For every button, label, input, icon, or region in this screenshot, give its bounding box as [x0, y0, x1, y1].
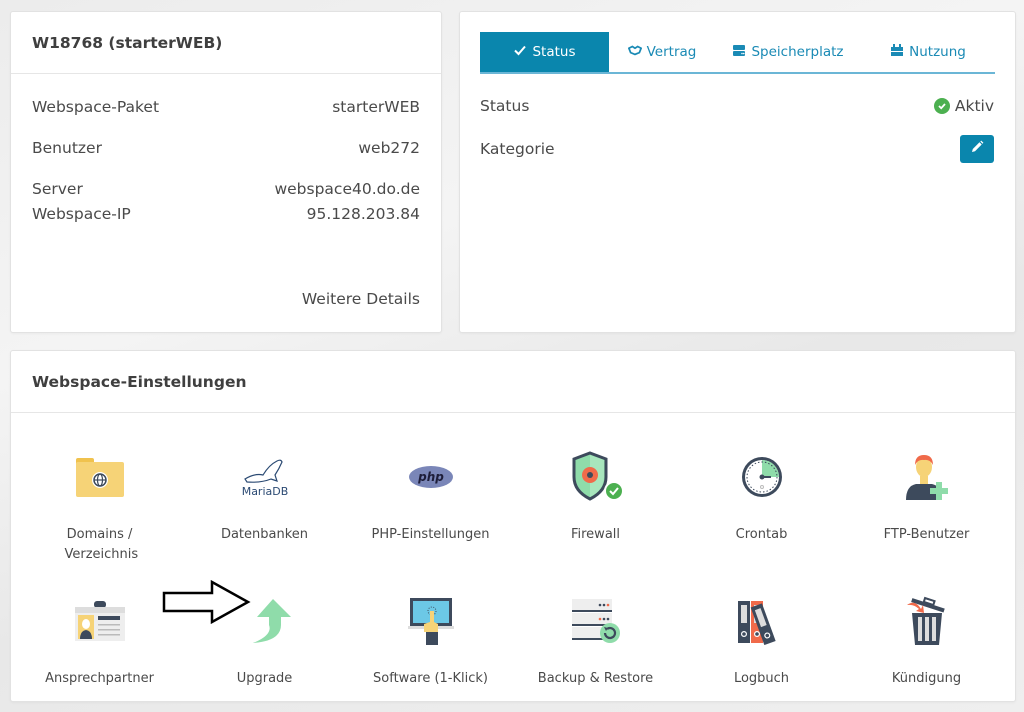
svg-text:MariaDB: MariaDB	[241, 485, 288, 498]
php-icon: php	[401, 447, 461, 507]
folder-globe-icon	[70, 447, 130, 507]
status-tabs: Status Vertrag Speicherplatz Nutzung	[480, 32, 995, 74]
tab-label: Vertrag	[646, 44, 697, 60]
status-row: Status Aktiv	[480, 97, 994, 115]
tile-software[interactable]: Software (1-Klick)	[348, 591, 513, 689]
webspace-info-card: W18768 (starterWEB) Webspace-Paket start…	[10, 11, 442, 333]
info-label: Webspace-IP	[32, 205, 131, 223]
tile-datenbanken[interactable]: MariaDB Datenbanken	[182, 447, 347, 545]
user-add-icon	[897, 447, 957, 507]
pencil-icon	[970, 140, 984, 158]
tile-domains[interactable]: Domains / Verzeichnis	[17, 447, 182, 565]
tile-label: Backup & Restore	[537, 671, 654, 686]
check-icon	[513, 43, 527, 61]
info-value: web272	[358, 139, 420, 157]
tile-ansprechpartner[interactable]: Ansprechpartner	[17, 591, 182, 689]
status-value: Aktiv	[954, 97, 994, 115]
tile-label: Firewall	[570, 527, 621, 542]
tile-label: Ansprechpartner	[45, 671, 154, 686]
tab-label: Nutzung	[909, 44, 966, 60]
tile-label: PHP-Einstellungen	[371, 527, 490, 542]
tab-status[interactable]: Status	[480, 32, 609, 72]
webspace-info-title: W18768 (starterWEB)	[11, 12, 441, 74]
info-row-server: Server webspace40.do.de	[32, 180, 420, 198]
touch-screen-icon	[401, 591, 461, 651]
webspace-settings-card: Webspace-Einstellungen Domains / Verzeic…	[10, 350, 1016, 702]
info-label: Benutzer	[32, 139, 102, 157]
binders-icon	[732, 591, 792, 651]
tile-label: Domains / Verzeichnis	[64, 527, 139, 562]
clock-icon	[732, 447, 792, 507]
trash-icon	[897, 591, 957, 651]
tile-label: Kündigung	[891, 671, 962, 686]
info-row-ip: Webspace-IP 95.128.203.84	[32, 205, 420, 223]
tile-kuendigung[interactable]: Kündigung	[844, 591, 1009, 689]
tile-upgrade[interactable]: Upgrade	[182, 591, 347, 689]
status-badge: Aktiv	[933, 97, 994, 115]
info-row-paket: Webspace-Paket starterWEB	[32, 98, 420, 116]
tile-label: FTP-Benutzer	[883, 527, 970, 542]
info-value: webspace40.do.de	[274, 180, 420, 198]
hdd-icon	[732, 43, 746, 61]
tile-ftp[interactable]: FTP-Benutzer	[844, 447, 1009, 545]
category-label: Kategorie	[480, 140, 555, 158]
edit-category-button[interactable]	[960, 135, 994, 163]
tile-label: Crontab	[735, 527, 788, 542]
tile-php[interactable]: php PHP-Einstellungen	[348, 447, 513, 545]
tab-label: Status	[532, 44, 576, 60]
tile-backup[interactable]: Backup & Restore	[513, 591, 678, 689]
tile-label: Logbuch	[733, 671, 790, 686]
upgrade-arrow-icon	[235, 591, 295, 651]
tile-logbuch[interactable]: Logbuch	[679, 591, 844, 689]
info-label: Server	[32, 180, 83, 198]
tile-crontab[interactable]: Crontab	[679, 447, 844, 545]
tile-label: Datenbanken	[220, 527, 309, 542]
status-card: Status Vertrag Speicherplatz Nutzung Sta…	[459, 11, 1016, 333]
tab-nutzung[interactable]: Nutzung	[861, 32, 995, 72]
info-value: 95.128.203.84	[306, 205, 420, 223]
category-row: Kategorie	[480, 135, 994, 163]
tab-label: Speicherplatz	[751, 44, 844, 60]
stack-icon	[890, 43, 904, 61]
svg-text:php: php	[417, 470, 444, 484]
tile-label: Upgrade	[236, 671, 293, 686]
handshake-icon	[627, 43, 642, 61]
shield-icon	[566, 447, 626, 507]
more-details-link[interactable]: Weitere Details	[302, 290, 420, 308]
tile-label: Software (1-Klick)	[373, 671, 488, 686]
settings-title: Webspace-Einstellungen	[11, 351, 1015, 413]
tile-firewall[interactable]: Firewall	[513, 447, 678, 545]
info-row-benutzer: Benutzer web272	[32, 139, 420, 157]
tab-vertrag[interactable]: Vertrag	[609, 32, 715, 72]
id-card-icon	[70, 591, 130, 651]
info-value: starterWEB	[332, 98, 420, 116]
tab-speicherplatz[interactable]: Speicherplatz	[715, 32, 861, 72]
status-label: Status	[480, 97, 530, 115]
mariadb-icon: MariaDB	[235, 447, 295, 507]
server-restore-icon	[566, 591, 626, 651]
info-label: Webspace-Paket	[32, 98, 160, 116]
check-circle-icon	[933, 98, 950, 114]
